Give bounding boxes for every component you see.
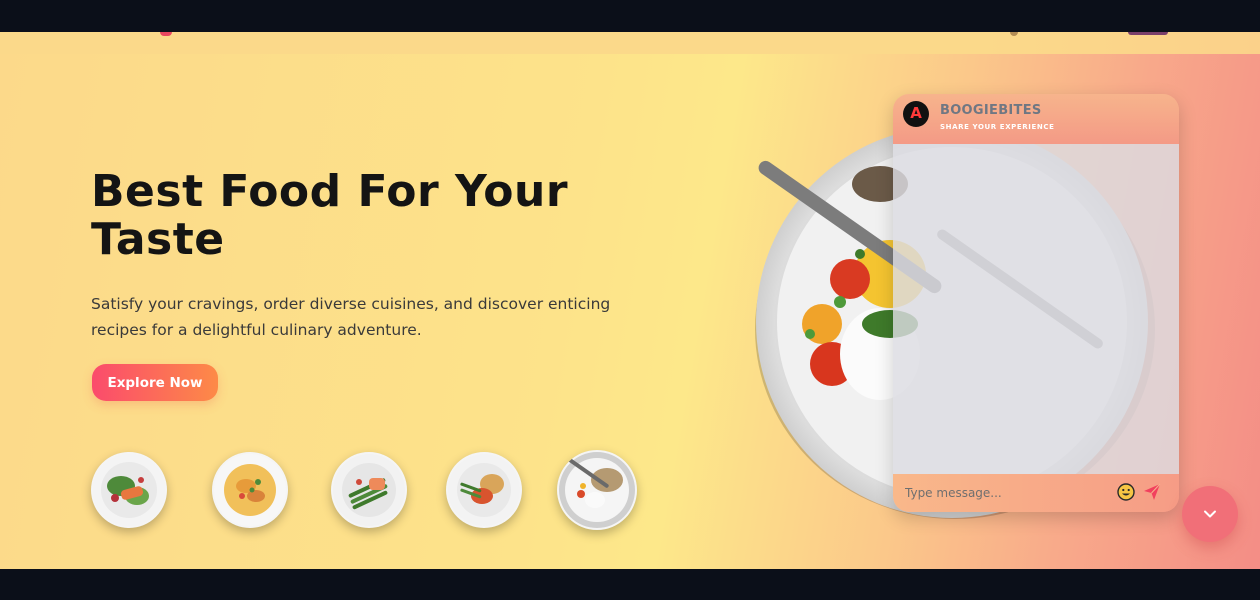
asparagus-salmon-icon	[333, 454, 405, 526]
thumbnail-rice-chicken[interactable]	[446, 452, 522, 528]
nav-icon-fragment	[1010, 32, 1018, 36]
brand-logo-letter: A	[910, 104, 922, 122]
scroll-down-button[interactable]	[1182, 486, 1238, 542]
chat-brand-name: BOOGIEBITES	[940, 103, 1042, 118]
chat-footer	[893, 474, 1179, 512]
egg-toast-plate-icon	[559, 452, 635, 528]
pasta-plate-icon	[214, 454, 286, 526]
chat-message-input[interactable]	[905, 482, 1105, 504]
send-icon[interactable]	[1142, 482, 1162, 502]
brand-logo: A	[903, 101, 929, 127]
rice-chicken-icon	[448, 454, 520, 526]
salmon-salad-icon	[93, 454, 165, 526]
explore-now-button[interactable]: Explore Now	[92, 364, 218, 401]
hero-title: Best Food For Your Taste	[91, 166, 569, 265]
thumbnail-asparagus-salmon[interactable]	[331, 452, 407, 528]
chat-header: A BOOGIEBITES SHARE YOUR EXPERIENCE	[893, 94, 1179, 144]
hero-subtitle: Satisfy your cravings, order diverse cui…	[91, 295, 611, 339]
top-dark-bar	[0, 0, 1260, 32]
thumbnail-pasta[interactable]	[212, 452, 288, 528]
chat-messages-area[interactable]	[893, 144, 1179, 474]
chat-tagline: SHARE YOUR EXPERIENCE	[940, 123, 1055, 131]
hero-section: Best Food For Your Taste Satisfy your cr…	[0, 54, 1260, 569]
emoji-icon[interactable]	[1117, 483, 1135, 501]
nav-logo-fragment	[160, 32, 172, 36]
chevron-down-icon	[1204, 510, 1216, 518]
thumbnail-egg-toast[interactable]	[557, 450, 637, 530]
nav-strip	[0, 32, 1260, 54]
chat-widget: A BOOGIEBITES SHARE YOUR EXPERIENCE	[893, 94, 1179, 512]
bottom-dark-bar	[0, 569, 1260, 600]
thumbnail-salmon-salad[interactable]	[91, 452, 167, 528]
nav-button-fragment[interactable]	[1128, 32, 1168, 35]
